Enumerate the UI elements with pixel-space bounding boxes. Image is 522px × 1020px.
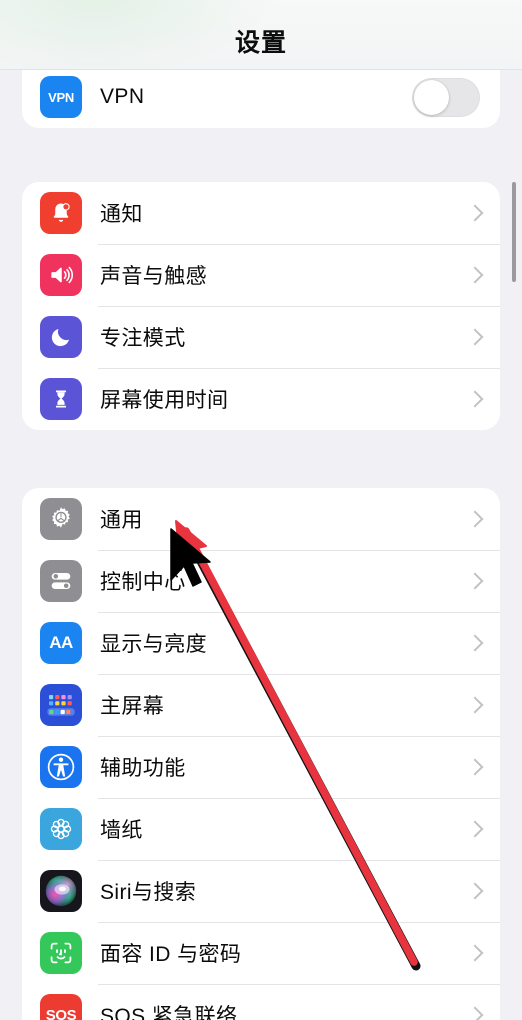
settings-row-general[interactable]: 通用 bbox=[22, 488, 500, 550]
settings-row-label: 辅助功能 bbox=[100, 757, 186, 780]
sos-icon-label: SOS bbox=[45, 1006, 77, 1020]
vpn-icon: VPN bbox=[40, 76, 82, 118]
settings-row-vpn[interactable]: VPN VPN bbox=[22, 66, 500, 128]
general-group: 通用 控制中心 AA 显示与亮度 主屏幕 辅助功能 墙纸 Siri与搜索 面容 … bbox=[22, 488, 500, 1020]
vpn-toggle[interactable] bbox=[412, 77, 480, 117]
siri-orb-icon bbox=[40, 870, 82, 912]
vpn-icon-label: VPN bbox=[48, 89, 74, 105]
chevron-right-icon bbox=[468, 943, 480, 963]
settings-row-label: 通知 bbox=[100, 203, 143, 226]
settings-row-label: VPN bbox=[100, 85, 145, 108]
settings-row-home-screen[interactable]: 主屏幕 bbox=[22, 674, 500, 736]
toggle-knob bbox=[414, 79, 449, 115]
face-id-icon bbox=[40, 932, 82, 974]
settings-row-label: SOS 紧急联络 bbox=[100, 1005, 238, 1020]
settings-row-siri-search[interactable]: Siri与搜索 bbox=[22, 860, 500, 922]
settings-row-focus[interactable]: 专注模式 bbox=[22, 306, 500, 368]
settings-row-notifications[interactable]: 通知 bbox=[22, 182, 500, 244]
accessibility-icon bbox=[40, 746, 82, 788]
gear-icon bbox=[40, 498, 82, 540]
settings-row-label: 主屏幕 bbox=[100, 695, 165, 718]
chevron-right-icon bbox=[468, 819, 480, 839]
settings-screen: 设置 VPN VPN 通知 声音与触感 专注模式 屏幕使用时间 通用 控制中心 … bbox=[0, 0, 522, 1020]
settings-row-label: 控制中心 bbox=[100, 571, 186, 594]
notifications-group: 通知 声音与触感 专注模式 屏幕使用时间 bbox=[22, 182, 500, 430]
sliders-icon bbox=[40, 560, 82, 602]
settings-row-label: 墙纸 bbox=[100, 819, 143, 842]
settings-row-accessibility[interactable]: 辅助功能 bbox=[22, 736, 500, 798]
display-text-icon: AA bbox=[40, 622, 82, 664]
scrollbar-thumb[interactable] bbox=[512, 182, 516, 282]
settings-row-label: Siri与搜索 bbox=[100, 881, 197, 904]
chevron-right-icon bbox=[468, 881, 480, 901]
display-icon-label: AA bbox=[49, 633, 73, 652]
settings-row-wallpaper[interactable]: 墙纸 bbox=[22, 798, 500, 860]
bell-icon bbox=[40, 192, 82, 234]
chevron-right-icon bbox=[468, 757, 480, 777]
settings-scroll-view[interactable]: VPN VPN 通知 声音与触感 专注模式 屏幕使用时间 通用 控制中心 AA … bbox=[0, 66, 522, 1020]
chevron-right-icon bbox=[468, 695, 480, 715]
chevron-right-icon bbox=[468, 1005, 480, 1020]
chevron-right-icon bbox=[468, 265, 480, 285]
settings-row-display-brightness[interactable]: AA 显示与亮度 bbox=[22, 612, 500, 674]
settings-row-face-id-passcode[interactable]: 面容 ID 与密码 bbox=[22, 922, 500, 984]
chevron-right-icon bbox=[468, 203, 480, 223]
settings-row-label: 面容 ID 与密码 bbox=[100, 943, 242, 966]
hourglass-icon bbox=[40, 378, 82, 420]
chevron-right-icon bbox=[468, 571, 480, 591]
settings-row-label: 声音与触感 bbox=[100, 265, 207, 288]
chevron-right-icon bbox=[468, 389, 480, 409]
home-screen-grid-icon bbox=[40, 684, 82, 726]
moon-icon bbox=[40, 316, 82, 358]
navigation-bar: 设置 bbox=[0, 0, 522, 70]
settings-row-label: 通用 bbox=[100, 509, 143, 532]
settings-row-emergency-sos[interactable]: SOS SOS 紧急联络 bbox=[22, 984, 500, 1020]
settings-row-screen-time[interactable]: 屏幕使用时间 bbox=[22, 368, 500, 430]
settings-row-control-center[interactable]: 控制中心 bbox=[22, 550, 500, 612]
chevron-right-icon bbox=[468, 509, 480, 529]
chevron-right-icon bbox=[468, 633, 480, 653]
page-title: 设置 bbox=[234, 29, 287, 57]
settings-row-label: 专注模式 bbox=[100, 327, 186, 350]
settings-row-label: 屏幕使用时间 bbox=[100, 389, 229, 412]
settings-row-label: 显示与亮度 bbox=[100, 633, 207, 656]
vpn-group: VPN VPN bbox=[22, 66, 500, 128]
chevron-right-icon bbox=[468, 327, 480, 347]
settings-row-sounds-haptics[interactable]: 声音与触感 bbox=[22, 244, 500, 306]
speaker-icon bbox=[40, 254, 82, 296]
wallpaper-flower-icon bbox=[40, 808, 82, 850]
sos-icon: SOS bbox=[40, 994, 82, 1020]
